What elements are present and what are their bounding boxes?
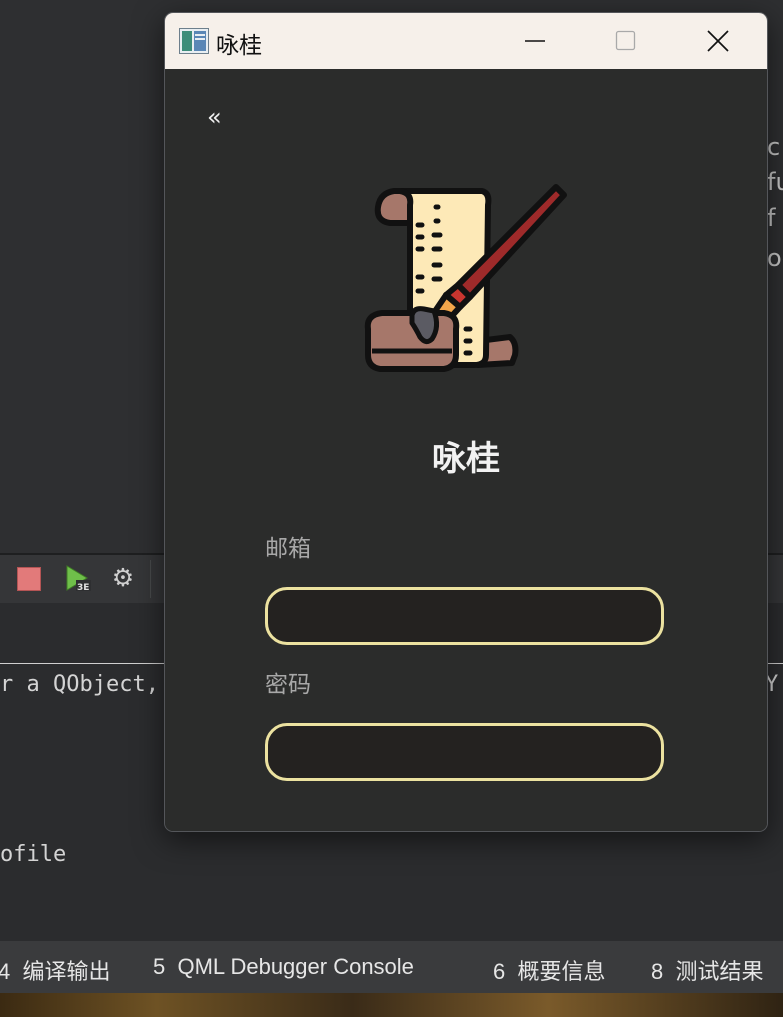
close-icon [707,30,729,52]
close-button[interactable] [680,13,750,69]
tab-number: 5 [153,954,166,979]
editor-text-fragment: fu [767,168,783,196]
stop-button[interactable] [16,565,42,591]
app-window-icon [179,28,209,54]
tab-label: 测试结果 [675,959,764,984]
maximize-icon [615,30,636,51]
svg-text:3E: 3E [77,583,89,593]
minimize-icon [525,40,545,42]
output-line: r a QObject, [0,672,159,697]
editor-text-fragment: og [767,244,783,272]
password-field[interactable] [265,723,664,781]
scroll-and-brush-logo-icon [364,184,567,372]
tab-number: 4 [0,959,11,984]
run-debug-icon: 3E [66,565,91,593]
login-window: 咏桂 « 咏桂 邮箱 密码 [164,12,768,832]
settings-gear-icon[interactable]: ⚙ [110,565,136,591]
tab-number: 6 [493,959,506,984]
app-title: 咏桂 [432,439,500,479]
maximize-button[interactable] [590,13,660,69]
tab-label: 概要信息 [517,959,606,984]
email-field[interactable] [265,587,664,645]
output-line: ofile [0,842,67,867]
tab-label: QML Debugger Console [177,954,414,979]
tab-summary[interactable]: 6 概要信息 [493,954,606,986]
tab-label: 编译输出 [22,959,111,984]
debug-run-button[interactable]: 3E [64,565,91,593]
password-label: 密码 [265,672,311,698]
tab-compile-output[interactable]: 4 编译输出 [0,954,111,986]
email-label: 邮箱 [265,536,311,562]
toolbar-separator [150,560,151,598]
tab-qml-debugger-console[interactable]: 5 QML Debugger Console [153,954,414,980]
editor-text-fragment: c [767,133,781,161]
back-button[interactable]: « [207,105,222,129]
editor-text-fragment: f [767,204,776,232]
window-title: 咏桂 [216,32,262,58]
stop-icon [17,567,41,591]
tab-test-results[interactable]: 8 测试结果 [651,954,764,986]
tab-number: 8 [651,959,664,984]
desktop-wallpaper-strip [0,993,783,1017]
window-titlebar[interactable]: 咏桂 [165,13,767,69]
login-content: « 咏桂 邮箱 密码 [165,69,767,831]
minimize-button[interactable] [500,13,570,69]
